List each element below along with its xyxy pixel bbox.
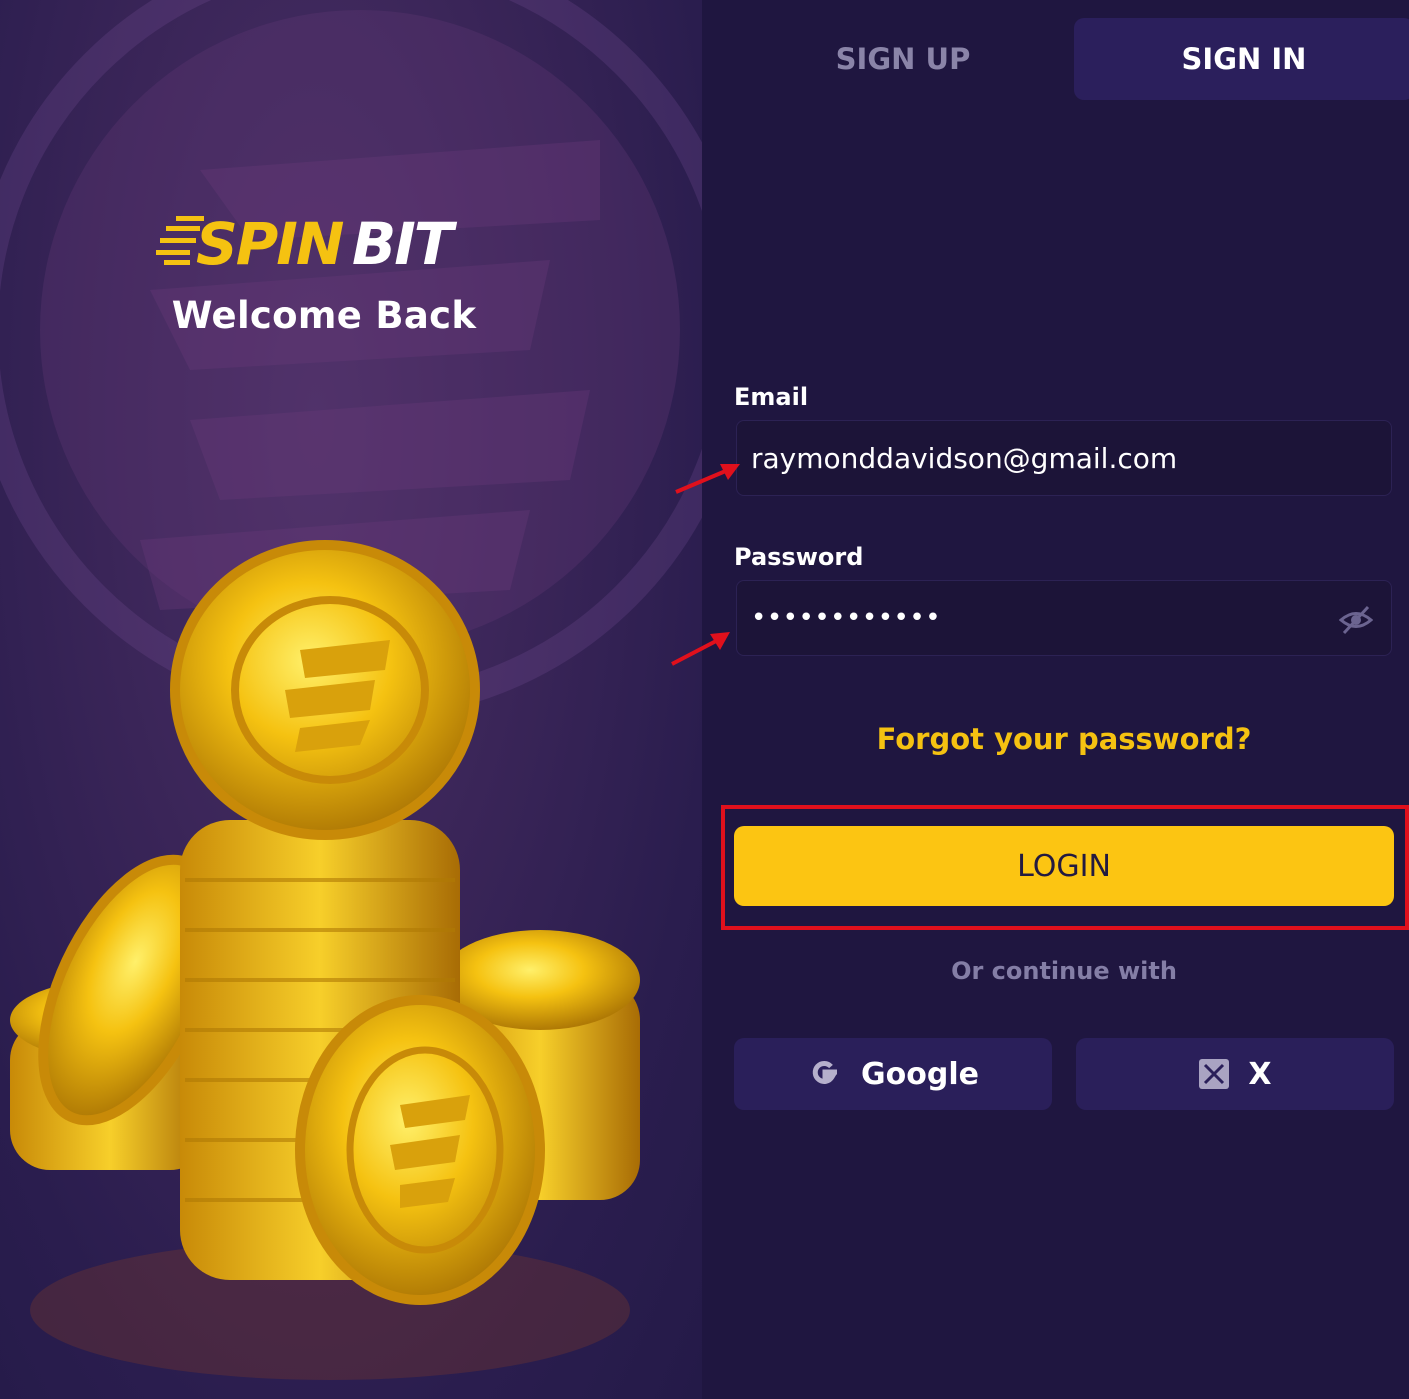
auth-panel: SIGN UP SIGN IN Email raymonddavidson@gm… bbox=[702, 0, 1409, 1399]
google-icon bbox=[812, 1060, 838, 1084]
spinbit-logo: SPIN BIT bbox=[156, 210, 460, 270]
gold-coins-illustration bbox=[10, 540, 640, 1380]
password-field[interactable]: •••••••••••• bbox=[736, 580, 1392, 656]
email-field[interactable]: raymonddavidson@gmail.com bbox=[736, 420, 1392, 496]
google-label: Google bbox=[861, 1056, 979, 1092]
svg-text:BIT: BIT bbox=[352, 210, 458, 270]
annotation-highlight-box bbox=[721, 805, 1409, 930]
background-s-emblem bbox=[140, 140, 600, 610]
welcome-heading: Welcome Back bbox=[171, 294, 477, 337]
annotation-arrow-password bbox=[671, 632, 730, 666]
tab-sign-up[interactable]: SIGN UP bbox=[738, 18, 1068, 100]
password-value: •••••••••••• bbox=[751, 603, 942, 633]
svg-text:SPIN: SPIN bbox=[196, 210, 344, 270]
forgot-password-link[interactable]: Forgot your password? bbox=[702, 722, 1409, 756]
or-continue-label: Or continue with bbox=[951, 957, 1177, 985]
email-value: raymonddavidson@gmail.com bbox=[751, 441, 1178, 475]
x-label: X bbox=[1248, 1056, 1272, 1092]
x-login-button[interactable]: X bbox=[1076, 1038, 1394, 1110]
tab-sign-in[interactable]: SIGN IN bbox=[1074, 18, 1409, 100]
password-label: Password bbox=[734, 543, 864, 571]
google-login-button[interactable]: Google bbox=[734, 1038, 1052, 1110]
annotation-arrow-email bbox=[675, 464, 740, 494]
promo-panel: SPIN BIT Welcome Back bbox=[0, 0, 702, 1399]
email-label: Email bbox=[734, 383, 809, 411]
x-icon bbox=[1199, 1059, 1230, 1089]
eye-off-icon[interactable] bbox=[1339, 603, 1373, 637]
